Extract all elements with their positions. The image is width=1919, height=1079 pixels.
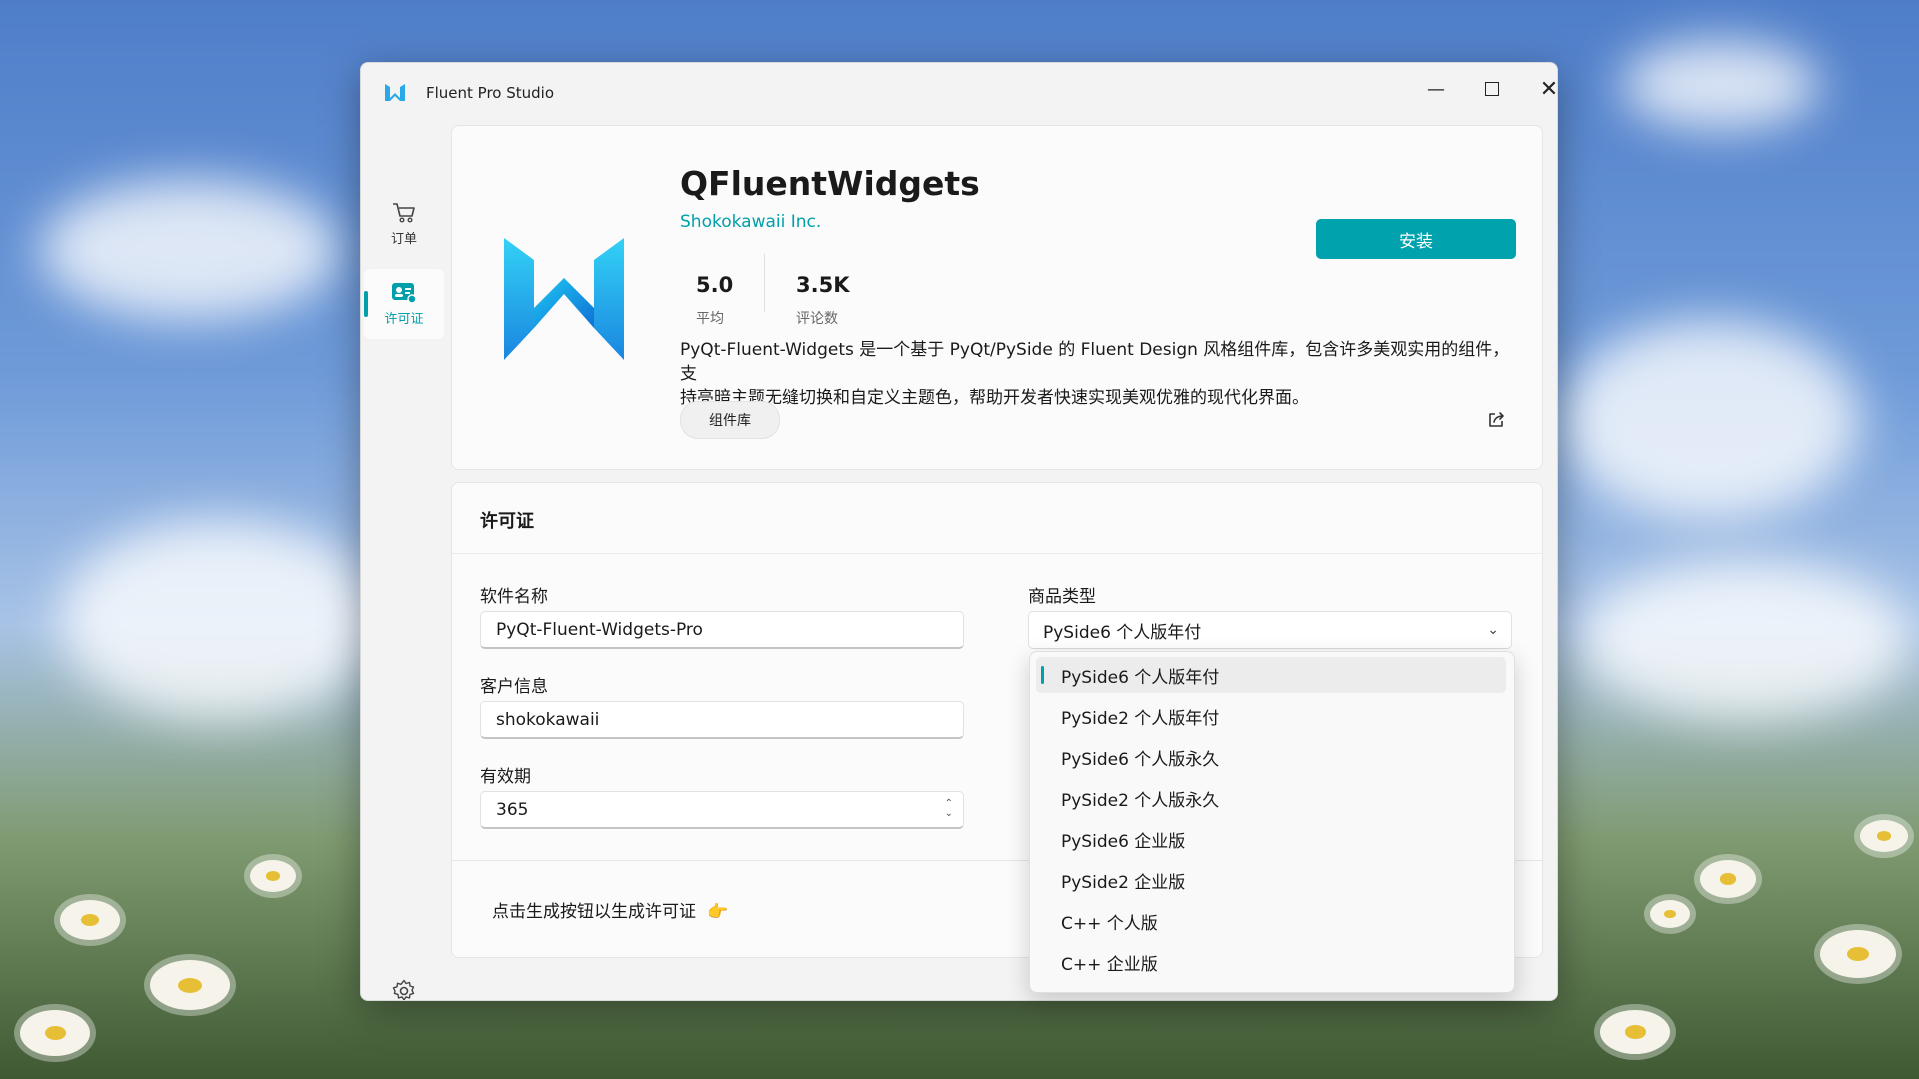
option-label: PySide6 个人版永久 (1061, 749, 1220, 770)
hint-text: 点击生成按钮以生成许可证 (492, 902, 696, 922)
rating-label: 平均 (696, 311, 724, 327)
reviews-label: 评论数 (796, 311, 838, 327)
nav-item-license[interactable]: 许可证 (364, 269, 444, 339)
validity-spinbox[interactable]: 365 ⌃ ⌄ (480, 791, 964, 829)
publisher-link[interactable]: Shokokawaii Inc. (680, 212, 821, 232)
dropdown-option[interactable]: PySide2 个人版年付 (1036, 698, 1506, 734)
product-title: QFluentWidgets (680, 164, 980, 203)
dropdown-option[interactable]: PySide6 企业版 (1036, 821, 1506, 857)
software-name-value: PyQt-Fluent-Widgets-Pro (496, 619, 703, 640)
stat-divider (764, 254, 765, 312)
navigation-sidebar: 订单 许可证 设置 (361, 119, 451, 1000)
section-title: 许可证 (480, 511, 534, 532)
app-title: Fluent Pro Studio (426, 84, 555, 102)
chevron-down-icon: ⌄ (1487, 622, 1499, 638)
description-line-2: 持亮暗主题无缝切换和自定义主题色，帮助开发者快速实现美观优雅的现代化界面。 (680, 388, 1309, 408)
nav-item-settings[interactable]: 设置 (364, 967, 444, 1000)
option-label: PySide6 企业版 (1061, 831, 1186, 852)
install-button[interactable]: 安装 (1316, 219, 1516, 259)
option-label: PySide2 个人版永久 (1061, 790, 1220, 811)
maximize-button[interactable] (1469, 71, 1515, 107)
generate-hint: 点击生成按钮以生成许可证 👉 (492, 897, 729, 922)
gear-icon (392, 979, 415, 1000)
description-line-1: PyQt-Fluent-Widgets 是一个基于 PyQt/PySide 的 … (680, 340, 1510, 384)
validity-label: 有效期 (480, 767, 531, 787)
section-divider (452, 553, 1542, 554)
customer-info-value: shokokawaii (496, 709, 600, 730)
app-logo-icon (385, 84, 405, 101)
product-type-label: 商品类型 (1028, 587, 1096, 607)
title-bar[interactable]: Fluent Pro Studio — ✕ (361, 63, 1557, 119)
nav-item-orders[interactable]: 订单 (364, 189, 444, 259)
product-card: QFluentWidgets Shokokawaii Inc. 安装 5.0 平… (451, 125, 1543, 470)
tag-button[interactable]: 组件库 (680, 401, 780, 439)
nav-label-orders: 订单 (390, 231, 417, 247)
pointing-hand-icon: 👉 (707, 902, 729, 922)
option-label: C++ 个人版 (1061, 913, 1158, 934)
maximize-icon (1485, 82, 1499, 96)
option-label: C++ 企业版 (1061, 954, 1158, 975)
option-label: PySide6 个人版年付 (1061, 667, 1220, 688)
dropdown-option[interactable]: PySide2 企业版 (1036, 862, 1506, 898)
customer-info-label: 客户信息 (480, 677, 548, 697)
validity-value: 365 (496, 799, 529, 820)
share-icon[interactable] (1486, 410, 1506, 430)
dropdown-option[interactable]: PySide6 个人版年付 (1036, 657, 1506, 693)
dropdown-option[interactable]: PySide6 个人版永久 (1036, 739, 1506, 775)
option-label: PySide2 个人版年付 (1061, 708, 1220, 729)
product-type-dropdown: PySide6 个人版年付 PySide2 个人版年付 PySide6 个人版永… (1029, 651, 1515, 993)
software-name-input[interactable]: PyQt-Fluent-Widgets-Pro (480, 611, 964, 649)
customer-info-input[interactable]: shokokawaii (480, 701, 964, 739)
nav-label-license: 许可证 (384, 311, 424, 327)
minimize-icon: — (1427, 78, 1445, 100)
cart-icon (393, 202, 415, 223)
spin-buttons[interactable]: ⌃ ⌄ (945, 799, 953, 819)
product-type-combobox[interactable]: PySide6 个人版年付 ⌄ (1028, 611, 1512, 649)
software-name-label: 软件名称 (480, 587, 548, 607)
nav-active-indicator (364, 291, 368, 317)
reviews-value: 3.5K (796, 273, 850, 297)
spin-down-icon[interactable]: ⌄ (945, 809, 953, 819)
close-icon: ✕ (1539, 76, 1558, 102)
option-label: PySide2 企业版 (1061, 872, 1186, 893)
dropdown-option[interactable]: PySide2 个人版永久 (1036, 780, 1506, 816)
product-logo (504, 238, 624, 360)
selected-indicator (1041, 666, 1044, 684)
close-button[interactable]: ✕ (1526, 71, 1558, 107)
license-icon (392, 282, 417, 304)
dropdown-option[interactable]: C++ 个人版 (1036, 903, 1506, 939)
dropdown-option[interactable]: C++ 企业版 (1036, 944, 1506, 980)
minimize-button[interactable]: — (1413, 71, 1459, 107)
rating-value: 5.0 (696, 273, 734, 297)
product-description: PyQt-Fluent-Widgets 是一个基于 PyQt/PySide 的 … (680, 338, 1510, 410)
product-type-value: PySide6 个人版年付 (1043, 622, 1202, 643)
